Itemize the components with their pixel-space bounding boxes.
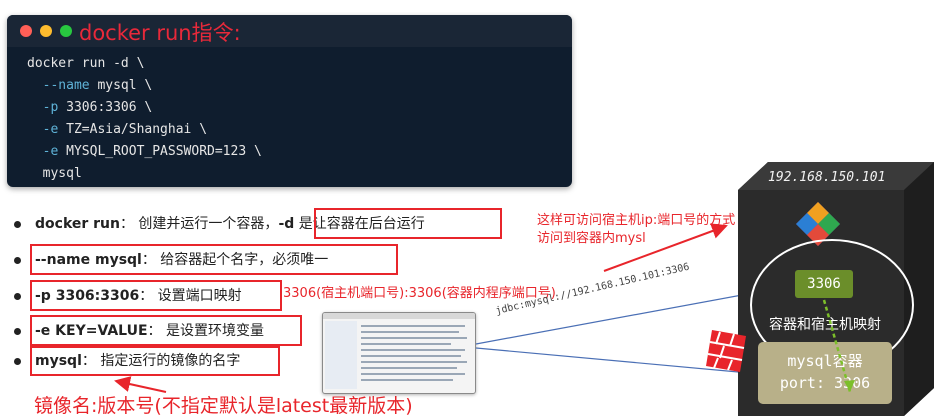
firewall-icon	[706, 330, 746, 372]
port-mapping-line	[822, 299, 852, 393]
mapping-overlay	[822, 299, 855, 393]
mapping-arrowhead-icon	[844, 380, 855, 392]
